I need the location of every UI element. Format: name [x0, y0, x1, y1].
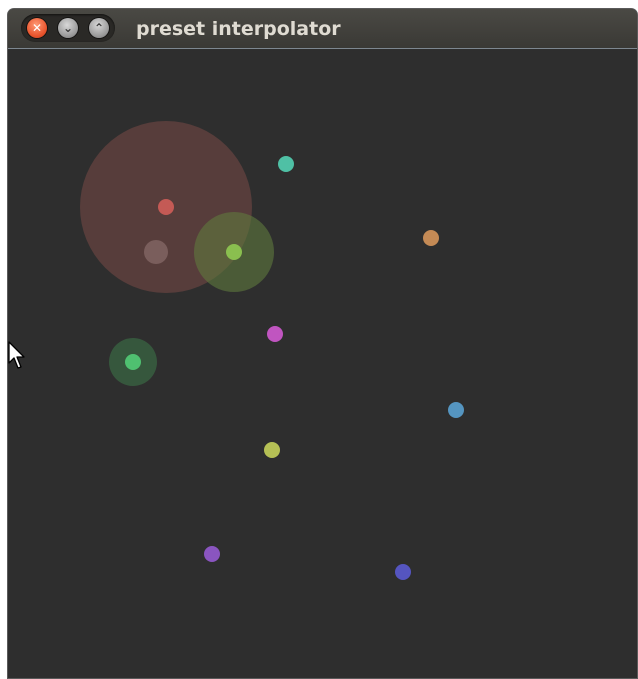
preset-magenta[interactable] — [267, 326, 283, 342]
mouse-pointer-icon — [8, 341, 25, 369]
close-icon: ✕ — [31, 21, 43, 35]
preset-red[interactable] — [158, 199, 174, 215]
maximize-button[interactable]: ⌃ — [89, 18, 109, 38]
app-window: ✕ ⌄ ⌃ preset interpolator — [8, 9, 637, 678]
preset-field[interactable] — [8, 49, 637, 678]
interpolation-canvas[interactable] — [8, 49, 637, 678]
chevron-up-icon: ⌃ — [93, 21, 105, 35]
cursor-point[interactable] — [144, 240, 168, 264]
preset-orange[interactable] — [423, 230, 439, 246]
preset-green[interactable] — [125, 354, 141, 370]
preset-yellow[interactable] — [264, 442, 280, 458]
title-bar[interactable]: ✕ ⌄ ⌃ preset interpolator — [8, 9, 637, 49]
preset-blue[interactable] — [448, 402, 464, 418]
preset-purple[interactable] — [204, 546, 220, 562]
preset-teal[interactable] — [278, 156, 294, 172]
chevron-down-icon: ⌄ — [62, 21, 74, 35]
minimize-button[interactable]: ⌄ — [58, 18, 78, 38]
window-title: preset interpolator — [136, 18, 341, 40]
close-button[interactable]: ✕ — [27, 18, 47, 38]
preset-indigo[interactable] — [395, 564, 411, 580]
preset-lime[interactable] — [226, 244, 242, 260]
